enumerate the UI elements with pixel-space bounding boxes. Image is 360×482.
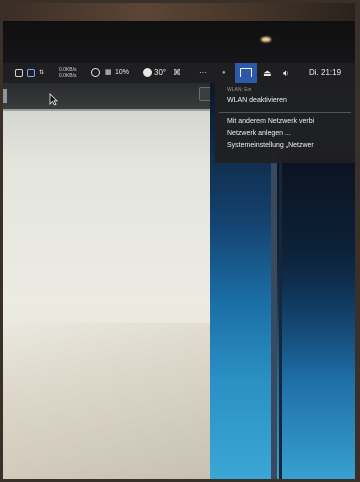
- net-down-value: 0.0KB/s: [59, 73, 77, 79]
- eject-icon[interactable]: [91, 68, 100, 77]
- dot-icon[interactable]: ●: [222, 63, 226, 83]
- window-edge-shadow: [279, 153, 282, 479]
- menu-item-create-network[interactable]: Netzwerk anlegen ...: [227, 130, 291, 137]
- airplay-icon: [240, 68, 252, 77]
- wifi-menu-extra[interactable]: [235, 63, 257, 83]
- eject-icon-2[interactable]: ⏏: [263, 63, 272, 83]
- cursor-icon: [49, 93, 58, 106]
- temperature[interactable]: 30°: [154, 63, 166, 83]
- menu-item-network-prefs[interactable]: Systemeinstellung „Netzwer: [227, 142, 314, 149]
- window-toolbar: [3, 83, 210, 109]
- more-icon[interactable]: ···: [199, 63, 207, 83]
- app-icon-1[interactable]: [15, 69, 23, 77]
- weather-icon[interactable]: [143, 68, 152, 77]
- wifi-toggle-item[interactable]: WLAN deaktivieren: [227, 97, 287, 104]
- menu-divider: [219, 112, 351, 113]
- room-background: [3, 3, 355, 23]
- volume-icon[interactable]: 🔉︎: [283, 63, 289, 83]
- cpu-percent[interactable]: 10%: [115, 63, 129, 83]
- sidebar-handle[interactable]: [3, 89, 7, 103]
- ext-icon[interactable]: ⌘: [173, 63, 181, 83]
- wifi-status: WLAN: Ein: [227, 87, 252, 93]
- sync-icon[interactable]: ⇅: [39, 63, 44, 83]
- background-window: [275, 153, 355, 479]
- menu-bar: ⇅ 0.0KB/s 0.0KB/s ▦ 10% 30° ⌘ ··· ●: [3, 63, 355, 83]
- dropbox-icon[interactable]: [27, 69, 35, 77]
- toolbar-separator: [3, 109, 210, 111]
- menu-item-join-other[interactable]: Mit anderem Netzwerk verbi: [227, 118, 314, 125]
- bezel-reflection: [261, 37, 271, 42]
- monitor-bezel: [3, 21, 355, 65]
- screen-photo: ⇅ 0.0KB/s 0.0KB/s ▦ 10% 30° ⌘ ··· ● ⏏ 🔉︎…: [3, 3, 355, 479]
- window-edge: [271, 153, 277, 479]
- wifi-dropdown-menu: WLAN: Ein WLAN deaktivieren Mit anderem …: [215, 83, 355, 163]
- window-shading: [3, 323, 210, 479]
- menu-clock[interactable]: Di. 21:19: [309, 63, 341, 83]
- cpu-icon[interactable]: ▦: [105, 63, 112, 83]
